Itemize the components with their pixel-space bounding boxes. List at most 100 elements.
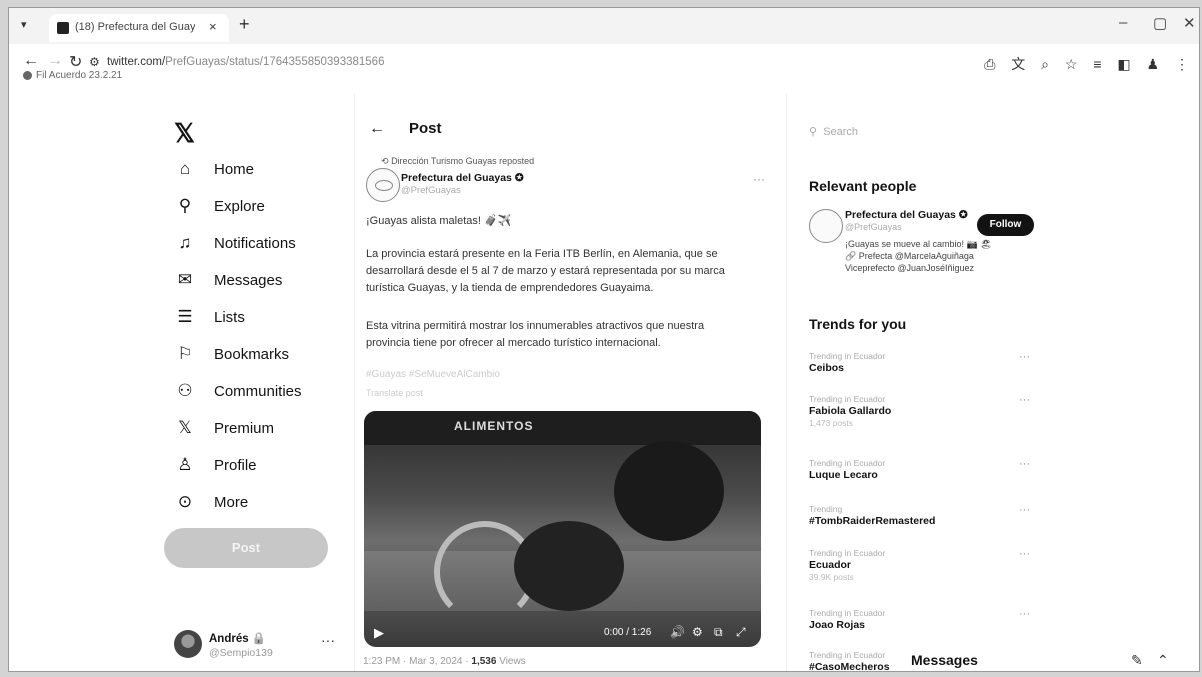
zoom-icon[interactable]: ⌕ (1041, 56, 1049, 73)
trend-more-button[interactable]: ··· (1019, 504, 1030, 516)
new-message-icon[interactable]: ✎ (1131, 652, 1143, 669)
author-name[interactable]: Prefectura del Guayas ✪ (401, 172, 524, 184)
trend-item[interactable]: Trending in Ecuador Fabiola Gallardo 1,4… (809, 394, 1039, 428)
nav-messages[interactable]: ✉ Messages (174, 266, 283, 294)
post-more-button[interactable]: ··· (753, 172, 765, 186)
nav-bookmarks[interactable]: ⚐ Bookmarks (174, 340, 289, 368)
nav-communities[interactable]: ⚇ Communities (174, 377, 301, 405)
restore-button[interactable]: ▢ (1153, 14, 1167, 32)
nav-premium[interactable]: 𝕏 Premium (174, 414, 274, 442)
close-tab-icon[interactable]: × (209, 19, 217, 34)
browser-tab[interactable]: (18) Prefectura del Guayas on × (49, 14, 229, 42)
browser-toolbar: ← → ↻ ⚙ twitter.com/PrefGuayas/status/17… (9, 44, 1199, 94)
video-frame-object (614, 441, 724, 541)
author-handle[interactable]: @PrefGuayas (401, 185, 461, 196)
fullscreen-icon[interactable]: ⤢ (736, 625, 746, 640)
search-icon: ⚲ (178, 196, 192, 215)
nav-more[interactable]: ⊙ More (174, 488, 248, 516)
translate-icon[interactable]: 文 (1011, 54, 1025, 74)
nav-home[interactable]: ⌂ Home (174, 155, 254, 183)
bookmark-icon: ⚐ (177, 344, 193, 363)
trend-item[interactable]: Trending in Ecuador Ceibos ··· (809, 351, 1039, 374)
verified-badge-icon: ✪ (958, 209, 968, 221)
person-icon: ♙ (177, 455, 193, 474)
repost-icon: ⟲ (381, 156, 389, 166)
follow-button[interactable]: Follow (977, 214, 1034, 236)
account-handle: @Sempio139 (209, 647, 273, 659)
post-paragraph-2: Esta vitrina permitirá mostrar los innum… (366, 320, 705, 349)
search-input[interactable]: ⚲ Search (809, 125, 858, 138)
back-arrow-icon[interactable]: ← (369, 120, 385, 138)
more-circle-icon: ⊙ (177, 492, 193, 511)
bell-icon: ♫ (178, 233, 192, 252)
site-settings-icon[interactable]: ⚙ (89, 55, 100, 69)
profile-icon[interactable]: ♟ (1147, 56, 1160, 73)
page-title: Post (409, 120, 442, 137)
nav-label: Profile (214, 456, 257, 474)
trend-item[interactable]: Trending in Ecuador Ecuador 39.9K posts … (809, 548, 1039, 582)
home-icon: ⌂ (179, 159, 191, 178)
avatar[interactable] (174, 630, 202, 658)
x-logo-icon[interactable]: 𝕏 (174, 118, 195, 149)
reload-icon[interactable]: ↻ (69, 52, 82, 72)
trend-more-button[interactable]: ··· (1019, 351, 1030, 363)
play-icon[interactable]: ▶ (374, 625, 384, 641)
trend-item[interactable]: Trending in Ecuador Luque Lecaro ··· (809, 458, 1039, 481)
tab-bar: ▾ (18) Prefectura del Guayas on × + – ▢ … (9, 8, 1199, 44)
new-tab-button[interactable]: + (239, 14, 250, 35)
globe-icon (23, 70, 32, 80)
search-icon: ⚲ (809, 126, 818, 138)
repost-indicator[interactable]: ⟲ Dirección Turismo Guayas reposted (381, 156, 534, 167)
author-avatar[interactable] (366, 168, 400, 202)
video-frame-pot (514, 521, 624, 611)
address-bar[interactable]: twitter.com/PrefGuayas/status/1764355850… (107, 56, 384, 68)
chevron-down-icon[interactable]: ▾ (21, 18, 27, 31)
chevron-up-icon[interactable]: ⌃ (1157, 652, 1169, 669)
minimize-button[interactable]: – (1119, 14, 1127, 31)
nav-lists[interactable]: ☰ Lists (174, 303, 244, 331)
post-button[interactable]: Post (164, 528, 328, 568)
menu-icon[interactable]: ⋮ (1175, 56, 1189, 73)
nav-explore[interactable]: ⚲ Explore (174, 192, 265, 220)
account-menu-button[interactable]: ··· (321, 632, 335, 648)
avatar[interactable] (809, 209, 843, 243)
account-name[interactable]: Andrés 🔒 (209, 631, 266, 645)
nav-label: More (214, 493, 249, 511)
trend-more-button[interactable]: ··· (1019, 394, 1030, 406)
verified-badge-icon: ✪ (514, 172, 524, 184)
translate-link[interactable]: Translate post (366, 388, 423, 398)
trend-more-button[interactable]: ··· (1019, 608, 1030, 620)
trend-item[interactable]: Trending in Ecuador Joao Rojas ··· (809, 608, 1039, 631)
favicon-icon (57, 22, 69, 34)
trend-item[interactable]: Trending #TombRaiderRemastered ··· (809, 504, 1039, 527)
relevant-bio: Viceprefecto @JuanJoséIñiguez (845, 263, 975, 273)
post-timestamp: 1:23 PM · Mar 3, 2024 · 1,536 Views (363, 656, 526, 667)
pip-icon[interactable]: ⧉ (714, 625, 723, 640)
side-panel-icon[interactable]: ◧ (1117, 56, 1130, 73)
trends-title: Trends for you (809, 316, 907, 332)
close-window-button[interactable]: ✕ (1183, 14, 1196, 32)
volume-icon[interactable]: 🔊 (670, 625, 685, 639)
nav-notifications[interactable]: ♫ Notifications (174, 229, 296, 257)
messages-drawer[interactable]: Messages ✎ ⌃ (899, 648, 1199, 671)
trend-more-button[interactable]: ··· (1019, 458, 1030, 470)
forward-icon[interactable]: → (47, 52, 63, 70)
divider (354, 94, 355, 671)
video-time: 0:00 / 1:26 (604, 627, 652, 638)
star-icon[interactable]: ☆ (1065, 56, 1078, 73)
cast-icon[interactable]: ⎙ (984, 56, 995, 73)
nav-label: Notifications (214, 234, 296, 252)
relevant-name[interactable]: Prefectura del Guayas ✪ (845, 209, 968, 221)
trend-more-button[interactable]: ··· (1019, 548, 1030, 560)
video-player[interactable]: ALIMENTOS ▶ 0:00 / 1:26 🔊 ⚙ ⧉ ⤢ (364, 411, 761, 647)
list-icon: ☰ (177, 307, 193, 326)
relevant-handle: @PrefGuayas (845, 222, 902, 232)
reading-list-icon[interactable]: ≡ (1093, 56, 1101, 72)
relevant-people-title: Relevant people (809, 178, 917, 194)
nav-profile[interactable]: ♙ Profile (174, 451, 257, 479)
hashtag-link[interactable]: #Guayas #SeMueveAlCambio (366, 369, 500, 380)
url-path: PrefGuayas/status/1764355850393381566 (165, 56, 385, 68)
bookmark-item[interactable]: Fil Acuerdo 23.2.21 (23, 70, 122, 81)
back-icon[interactable]: ← (23, 52, 39, 70)
settings-icon[interactable]: ⚙ (692, 625, 703, 639)
